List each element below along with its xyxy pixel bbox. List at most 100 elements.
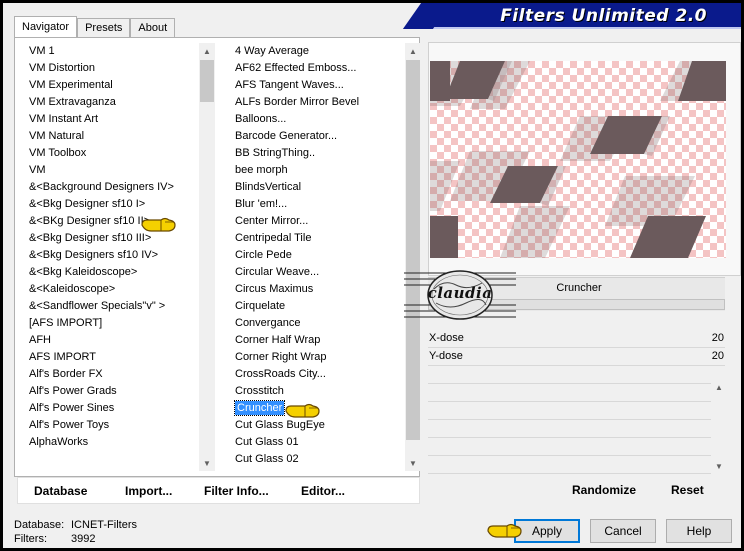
param-row-y-dose[interactable]: Y-dose 20 <box>428 348 725 366</box>
category-item[interactable]: Alf's Border FX <box>24 366 214 383</box>
preview-panel <box>428 42 741 276</box>
category-item[interactable]: &<Bkg Designer sf10 I> <box>24 196 214 213</box>
category-item[interactable]: [AFS IMPORT] <box>24 315 214 332</box>
filter-item-label: Circle Pede <box>235 249 292 261</box>
category-item[interactable]: &<Bkg Designer sf10 III> <box>24 230 214 247</box>
scroll-up-arrow-icon[interactable]: ▲ <box>199 43 215 59</box>
scroll-down-arrow-icon[interactable]: ▼ <box>405 455 421 471</box>
filter-item[interactable]: AFS Tangent Waves... <box>231 77 421 94</box>
filter-item[interactable]: Blur 'em!... <box>231 196 421 213</box>
title-banner: Filters Unlimited 2.0 <box>430 3 741 29</box>
reset-button[interactable]: Reset <box>671 483 704 497</box>
category-item[interactable]: Alf's Power Toys <box>24 417 214 434</box>
navigator-toolbar: Database Import... Filter Info... Editor… <box>17 477 420 504</box>
filter-item[interactable]: 4 Way Average <box>231 43 421 60</box>
category-item[interactable]: VM Natural <box>24 128 214 145</box>
category-item[interactable]: VM Toolbox <box>24 145 214 162</box>
preview-image <box>430 61 726 258</box>
category-item[interactable]: &<Background Designers IV> <box>24 179 214 196</box>
filter-item[interactable]: Crosstitch <box>231 383 421 400</box>
filter-item[interactable]: Cruncher <box>231 400 421 417</box>
param-value[interactable]: 20 <box>712 350 724 362</box>
filter-item[interactable]: BB StringThing.. <box>231 145 421 162</box>
editor-button[interactable]: Editor... <box>301 484 345 498</box>
filter-item[interactable]: Cut Glass BugEye <box>231 417 421 434</box>
category-item[interactable]: AFH <box>24 332 214 349</box>
filter-item[interactable]: Centripedal Tile <box>231 230 421 247</box>
tab-navigator[interactable]: Navigator <box>14 16 78 38</box>
category-item[interactable]: VM 1 <box>24 43 214 60</box>
filter-scrollbar[interactable]: ▲ ▼ <box>405 43 421 471</box>
filter-item[interactable]: Circus Maximus <box>231 281 421 298</box>
category-scrollbar[interactable]: ▲ ▼ <box>199 43 215 471</box>
filter-item[interactable]: Corner Half Wrap <box>231 332 421 349</box>
filter-list[interactable]: 4 Way Average AF62 Effected Emboss... AFS … <box>231 43 421 471</box>
filter-item-label: Cut Glass 01 <box>235 436 299 448</box>
filter-item-label: Convergance <box>235 317 301 329</box>
help-button[interactable]: Help <box>666 519 732 543</box>
filter-info-button[interactable]: Filter Info... <box>204 484 269 498</box>
param-row-x-dose[interactable]: X-dose 20 <box>428 330 725 348</box>
scroll-thumb[interactable] <box>406 60 420 440</box>
filter-item[interactable]: ALFs Border Mirror Bevel <box>231 94 421 111</box>
import-button[interactable]: Import... <box>125 484 172 498</box>
category-item[interactable]: &<Bkg Kaleidoscope> <box>24 264 214 281</box>
category-item[interactable]: VM <box>24 162 214 179</box>
category-item[interactable]: AFS IMPORT <box>24 349 214 366</box>
filter-item[interactable]: Center Mirror... <box>231 213 421 230</box>
apply-button[interactable]: Apply <box>514 519 580 543</box>
filter-item[interactable]: Cut Glass 01 <box>231 434 421 451</box>
filter-item[interactable]: Barcode Generator... <box>231 128 421 145</box>
database-value: ICNET-Filters <box>71 519 137 531</box>
filter-item-label: BlindsVertical <box>235 181 302 193</box>
scroll-up-arrow-icon[interactable]: ▲ <box>405 43 421 59</box>
category-item[interactable]: Alf's Power Grads <box>24 383 214 400</box>
category-list[interactable]: VM 1 VM Distortion VM Experimental VM Extra… <box>24 43 214 471</box>
param-row-empty <box>428 420 725 438</box>
category-item[interactable]: &<Kaleidoscope> <box>24 281 214 298</box>
scroll-down-arrow-icon[interactable]: ▼ <box>199 455 215 471</box>
database-button[interactable]: Database <box>34 484 87 498</box>
database-label: Database: <box>14 519 65 531</box>
category-item[interactable]: &<Sandflower Specials"v" > <box>24 298 214 315</box>
filter-item-label: Barcode Generator... <box>235 130 338 142</box>
category-item[interactable]: VM Distortion <box>24 60 214 77</box>
category-item[interactable]: AlphaWorks <box>24 434 214 451</box>
randomize-button[interactable]: Randomize <box>572 483 636 497</box>
tab-about[interactable]: About <box>130 18 176 38</box>
filter-item[interactable]: CrossRoads City... <box>231 366 421 383</box>
category-item[interactable]: VM Instant Art <box>24 111 214 128</box>
category-item[interactable]: Alf's Power Sines <box>24 400 214 417</box>
pointing-hand-icon <box>487 523 522 538</box>
filter-item-label: Center Mirror... <box>235 215 309 227</box>
parameter-scrollbar[interactable]: ▲ ▼ <box>711 379 727 474</box>
claudia-watermark: claudia <box>404 267 516 323</box>
filter-item[interactable]: Convergance <box>231 315 421 332</box>
category-item[interactable]: &<Bkg Designers sf10 IV> <box>24 247 214 264</box>
tab-presets[interactable]: Presets <box>77 18 131 38</box>
scroll-up-arrow-icon[interactable]: ▲ <box>711 379 727 395</box>
filter-item[interactable]: BlindsVertical <box>231 179 421 196</box>
filter-item-label: ALFs Border Mirror Bevel <box>235 96 360 108</box>
filter-item[interactable]: Corner Right Wrap <box>231 349 421 366</box>
filter-item[interactable]: AF62 Effected Emboss... <box>231 60 421 77</box>
scroll-thumb[interactable] <box>200 60 214 102</box>
param-value[interactable]: 20 <box>712 332 724 344</box>
filter-item[interactable]: Balloons... <box>231 111 421 128</box>
category-item[interactable]: VM Extravaganza <box>24 94 214 111</box>
watermark-text: claudia <box>427 284 493 302</box>
parameter-list: X-dose 20 Y-dose 20 <box>428 330 725 475</box>
filter-item[interactable]: bee morph <box>231 162 421 179</box>
filter-item-label: Cruncher <box>233 400 286 416</box>
filter-item-label: 4 Way Average <box>235 45 309 57</box>
category-item[interactable]: &<BKg Designer sf10 II> <box>24 213 214 230</box>
category-item[interactable]: VM Experimental <box>24 77 214 94</box>
parameter-toolbar: Randomize Reset <box>428 477 725 504</box>
filter-item[interactable]: Circle Pede <box>231 247 421 264</box>
filter-item[interactable]: Circular Weave... <box>231 264 421 281</box>
filter-item-label: Balloons... <box>235 113 287 125</box>
scroll-down-arrow-icon[interactable]: ▼ <box>711 458 727 474</box>
filter-item[interactable]: Cut Glass 02 <box>231 451 421 468</box>
filter-item[interactable]: Cirquelate <box>231 298 421 315</box>
cancel-button[interactable]: Cancel <box>590 519 656 543</box>
